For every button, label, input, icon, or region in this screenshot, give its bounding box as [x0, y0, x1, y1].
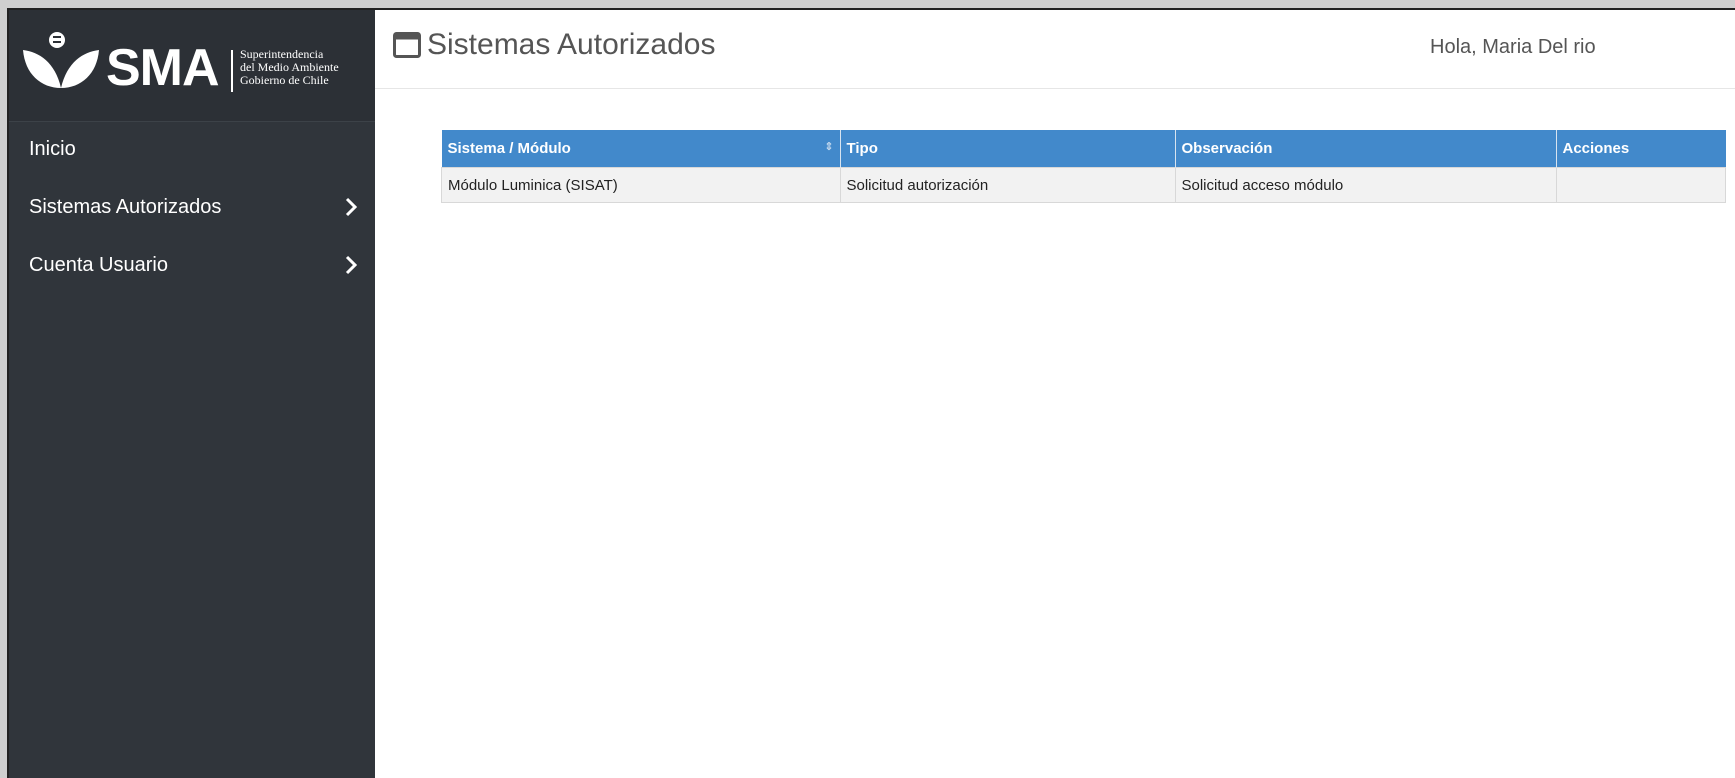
- cell-sistema: Módulo Luminica (SISAT): [441, 167, 841, 203]
- sidebar-item-inicio[interactable]: Inicio: [9, 124, 375, 172]
- logo-divider: [231, 50, 233, 92]
- sidebar-item-label: Cuenta Usuario: [29, 254, 168, 276]
- cell-observacion: Solicitud acceso módulo: [1174, 167, 1557, 203]
- sidebar-item-cuenta-usuario[interactable]: Cuenta Usuario: [9, 240, 375, 288]
- sidebar: SMA Superintendencia del Medio Ambiente …: [9, 10, 375, 778]
- brand-subtitle: Superintendencia del Medio Ambiente Gobi…: [240, 48, 339, 87]
- sidebar-item-label: Sistemas Autorizados: [29, 196, 222, 218]
- column-header-tipo[interactable]: Tipo: [840, 130, 1176, 168]
- column-header-sistema[interactable]: Sistema / Módulo ⇕: [441, 130, 841, 168]
- table-row[interactable]: Módulo Luminica (SISAT) Solicitud autori…: [441, 167, 1726, 203]
- sidebar-item-label: Inicio: [29, 138, 76, 160]
- column-header-label: Tipo: [846, 140, 878, 157]
- brand-name: SMA: [106, 39, 220, 97]
- window-icon: [393, 32, 421, 58]
- column-header-observacion[interactable]: Observación: [1175, 130, 1557, 168]
- column-header-label: Acciones: [1562, 140, 1630, 157]
- cell-tipo: Solicitud autorización: [839, 167, 1176, 203]
- column-header-label: Sistema / Módulo: [447, 140, 571, 157]
- systems-table: Sistema / Módulo ⇕ Tipo Observación Acci…: [441, 130, 1726, 203]
- page-title: Sistemas Autorizados: [427, 28, 716, 61]
- chevron-right-icon: [345, 255, 357, 275]
- sort-icon[interactable]: ⇕: [824, 140, 833, 153]
- brand-subtitle-line3: Gobierno de Chile: [240, 73, 329, 87]
- chevron-right-icon: [345, 197, 357, 217]
- app-window: SMA Superintendencia del Medio Ambiente …: [7, 8, 1735, 778]
- logo[interactable]: SMA Superintendencia del Medio Ambiente …: [9, 10, 375, 122]
- user-greeting[interactable]: Hola, Maria Del rio: [1430, 36, 1596, 59]
- leaf-logo-icon: [23, 32, 99, 88]
- page-header: Sistemas Autorizados Hola, Maria Del rio: [375, 10, 1735, 89]
- cell-acciones: [1555, 167, 1726, 203]
- column-header-acciones: Acciones: [1556, 130, 1726, 168]
- column-header-label: Observación: [1181, 140, 1273, 157]
- table-header-row: Sistema / Módulo ⇕ Tipo Observación Acci…: [441, 130, 1726, 168]
- sidebar-item-sistemas-autorizados[interactable]: Sistemas Autorizados: [9, 182, 375, 230]
